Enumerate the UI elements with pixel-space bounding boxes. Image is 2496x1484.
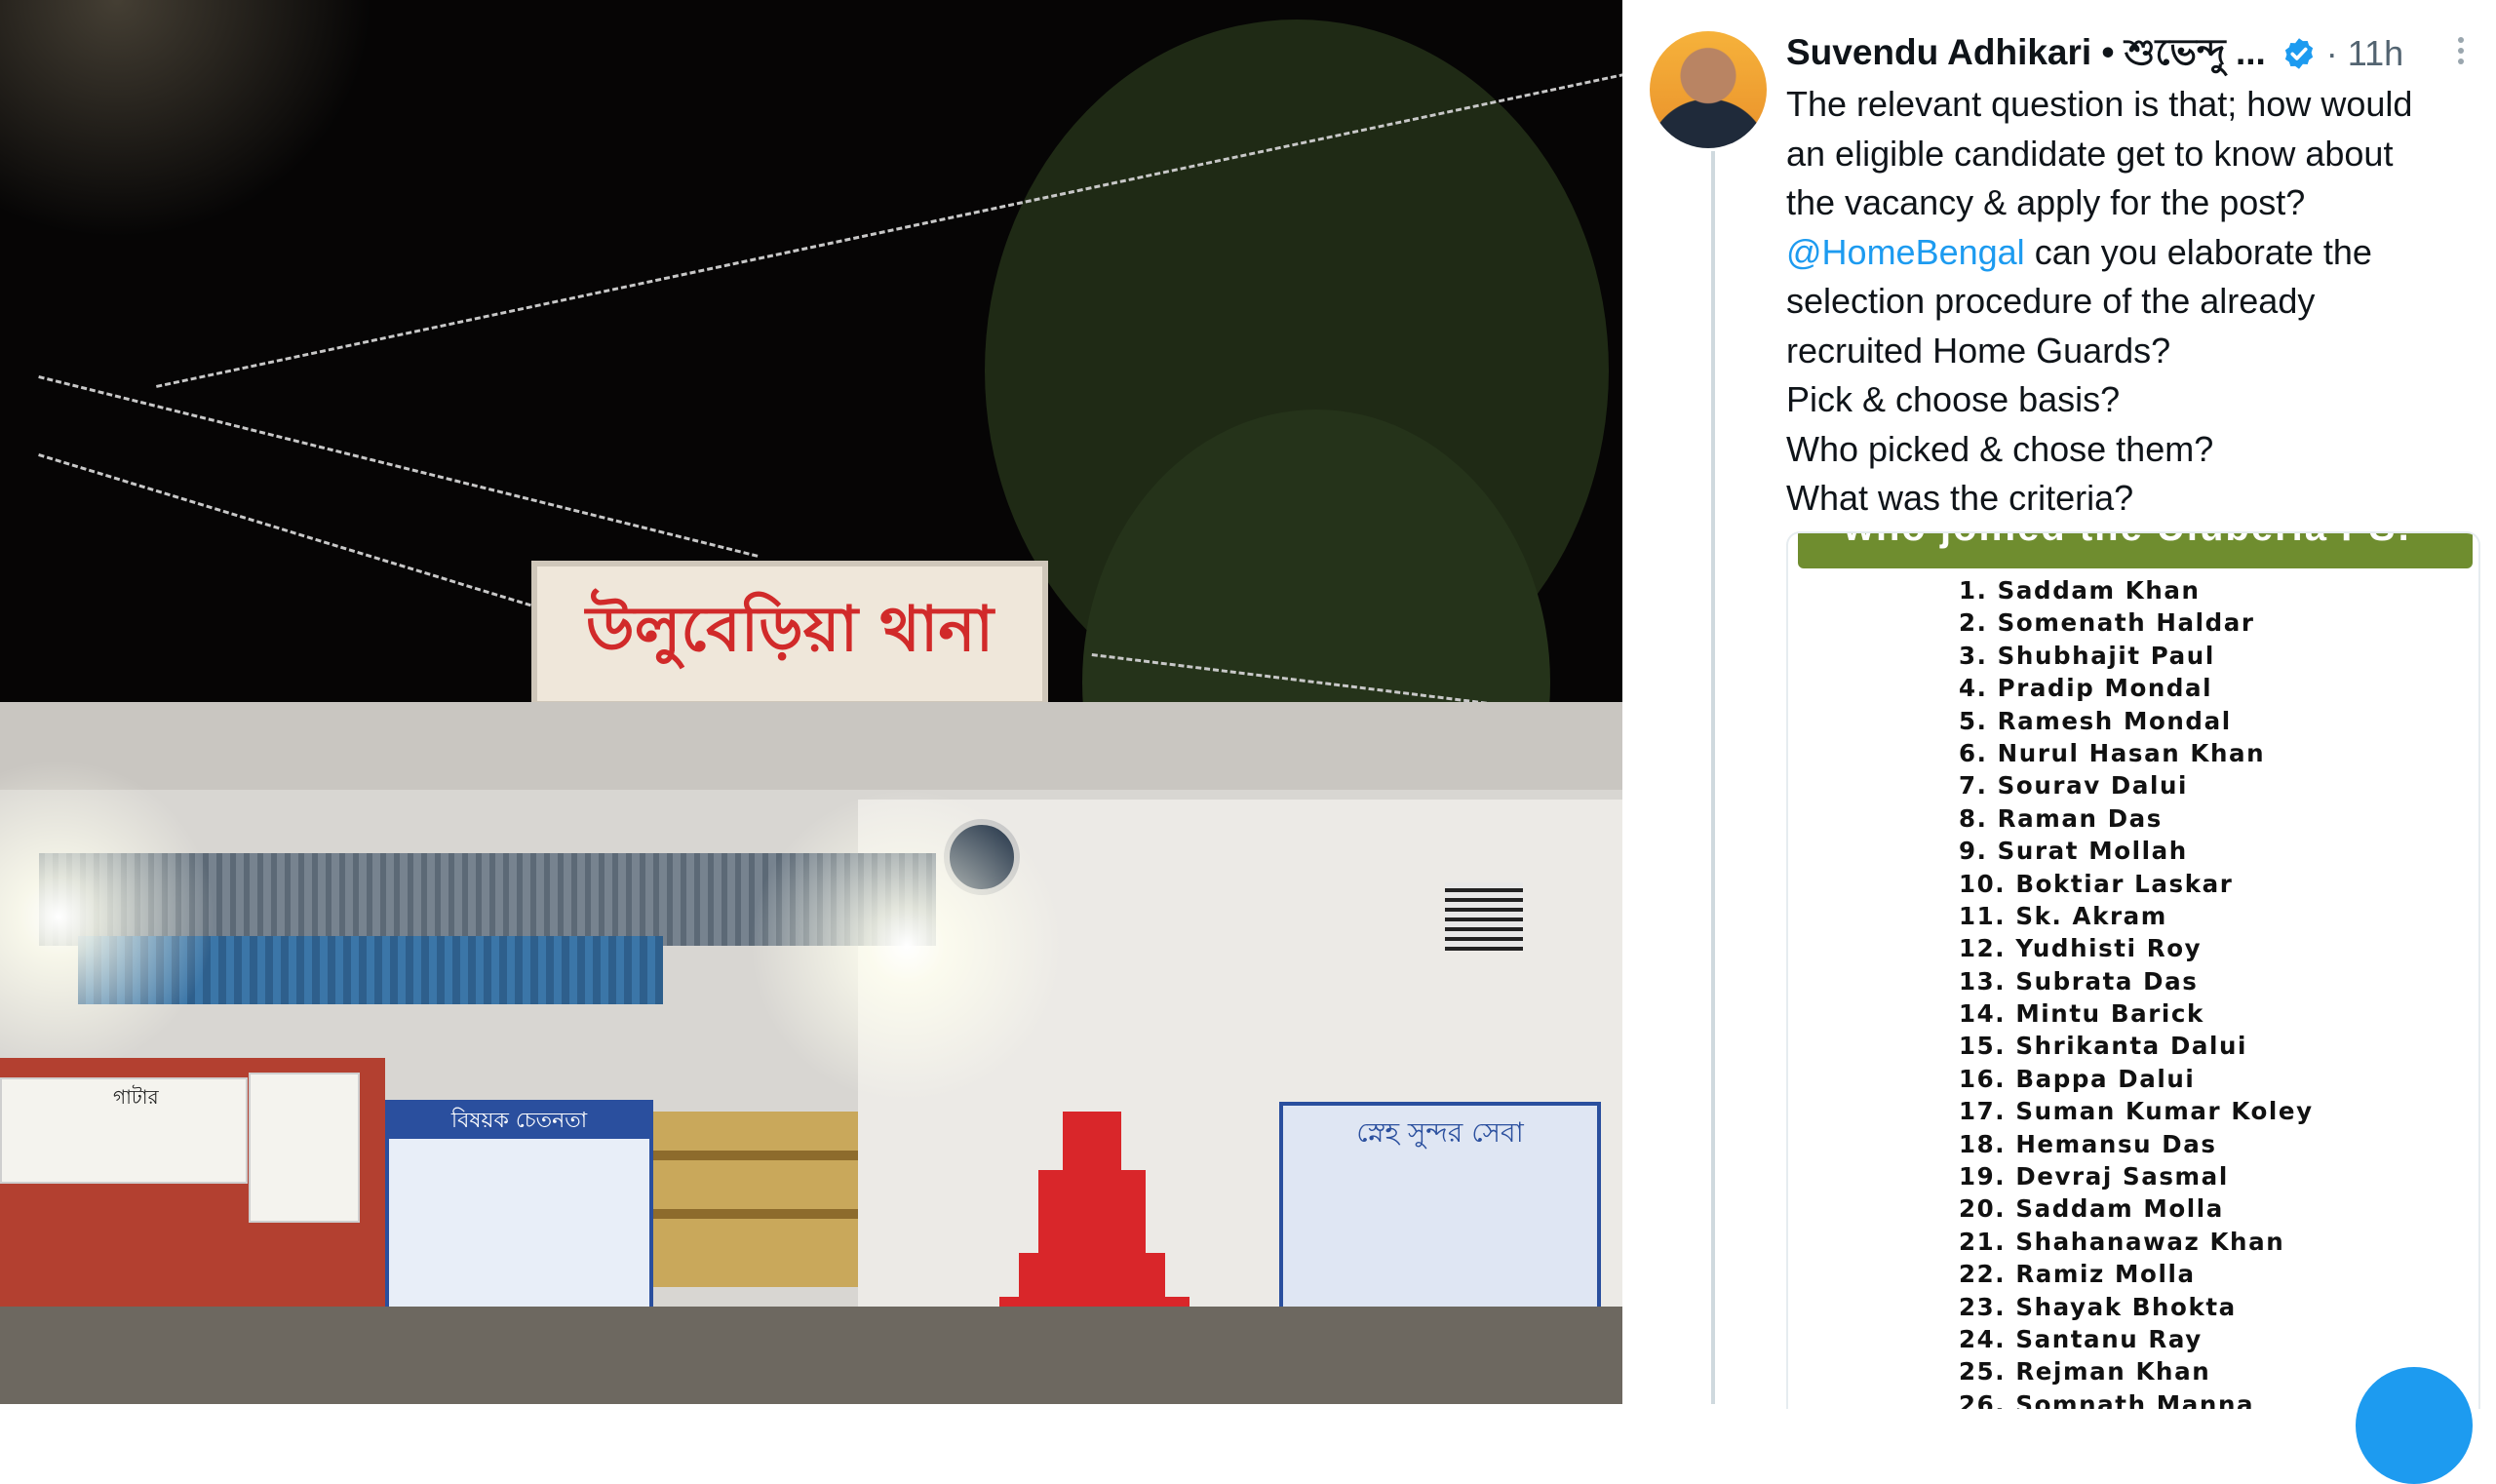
lamp-glow — [741, 780, 1072, 1112]
red-pillar — [1019, 1253, 1165, 1302]
ground — [0, 1307, 1622, 1404]
list-item: 12. Yudhisti Roy — [1959, 934, 2203, 963]
wall-poster: গাটার — [0, 1077, 248, 1184]
list-item: 2. Somenath Haldar — [1959, 608, 2255, 638]
list-item: 3. Shubhajit Paul — [1959, 641, 2215, 670]
entrance-door — [653, 1112, 858, 1287]
list-item: 24. Santanu Ray — [1959, 1324, 2203, 1353]
list-item: 21. Shahanawaz Khan — [1959, 1227, 2285, 1256]
tweet-text-line: The relevant question is that; how would — [1786, 84, 2413, 124]
verified-badge-icon — [2284, 38, 2313, 69]
tweet-text-line: Who picked & chose them? — [1786, 428, 2214, 469]
tweet-text-line: @HomeBengal can you elaborate the — [1786, 231, 2372, 272]
author-name[interactable]: Suvendu Adhikari • শুভেন্দু ... — [1786, 23, 2266, 85]
tweet-text-line: selection procedure of the already — [1786, 281, 2316, 321]
tweet-timestamp[interactable]: · 11h — [2326, 33, 2403, 74]
list-item: 15. Shrikanta Dalui — [1959, 1032, 2248, 1061]
list-item: 4. Pradip Mondal — [1959, 674, 2213, 703]
tweet-text-line: recruited Home Guards? — [1786, 330, 2171, 371]
list-item: 14. Mintu Barick — [1959, 999, 2204, 1029]
list-item: 10. Boktiar Laskar — [1959, 869, 2234, 898]
window-grill — [1445, 882, 1523, 951]
tweet-text-line: What was the criteria? — [1786, 478, 2134, 518]
tweet-header: Suvendu Adhikari • শুভেন্দু ... · 11h — [1786, 29, 2403, 78]
awareness-banner: বিষয়ক চেতনতা — [385, 1100, 653, 1329]
red-pillar — [1063, 1112, 1121, 1170]
tweet-text-line: Pick & choose basis? — [1786, 379, 2121, 419]
police-station-photo[interactable]: উলুবেড়িয়া থানা গাটার বিষয়ক চেতনতা স্ন… — [0, 0, 1622, 1404]
station-signboard: উলুবেড়িয়া থানা — [531, 561, 1048, 707]
name-list: 1. Saddam Khan 2. Somenath Haldar 3. Shubh… — [1959, 574, 2314, 1409]
list-header: who joined the Uluberia PS:- — [1798, 533, 2473, 568]
signboard-text: উলুবেড়িয়া থানা — [585, 593, 994, 666]
tweet-text-line: the vacancy & apply for the post? — [1786, 182, 2306, 222]
list-item: 17. Suman Kumar Koley — [1959, 1097, 2314, 1126]
list-item: 5. Ramesh Mondal — [1959, 706, 2232, 735]
list-item: 16. Bappa Dalui — [1959, 1064, 2196, 1093]
avatar[interactable] — [1650, 31, 1767, 148]
list-item: 25. Rejman Khan — [1959, 1357, 2211, 1386]
list-item: 6. Nurul Hasan Khan — [1959, 738, 2266, 767]
list-item: 22. Ramiz Molla — [1959, 1260, 2196, 1289]
thread-line — [1711, 151, 1715, 1404]
list-item: 11. Sk. Akram — [1959, 901, 2167, 930]
list-item: 13. Subrata Das — [1959, 966, 2199, 996]
list-item: 7. Sourav Dalui — [1959, 771, 2189, 801]
list-item: 23. Shayak Bhokta — [1959, 1292, 2237, 1321]
image-divider — [1622, 0, 1644, 1404]
attached-image[interactable]: who joined the Uluberia PS:- 1. Saddam K… — [1786, 531, 2480, 1409]
list-item: 18. Hemansu Das — [1959, 1129, 2217, 1158]
tweet-text-line: an eligible candidate get to know about — [1786, 133, 2394, 174]
tweet-text: The relevant question is that; how would… — [1786, 80, 2469, 524]
scheme-banner: স্নেহ সুন্দর সেবা — [1279, 1102, 1601, 1321]
list-item: 1. Saddam Khan — [1959, 576, 2201, 605]
list-item: 20. Saddam Molla — [1959, 1194, 2224, 1224]
list-item: 8. Raman Das — [1959, 803, 2163, 833]
compose-button[interactable] — [2356, 1367, 2473, 1484]
red-pillar — [1038, 1170, 1146, 1253]
list-header-text: who joined the Uluberia PS:- — [1798, 533, 2473, 550]
mention-link[interactable]: @HomeBengal — [1786, 232, 2025, 272]
list-item: 9. Surat Mollah — [1959, 837, 2188, 866]
list-item: 19. Devraj Sasmal — [1959, 1162, 2229, 1191]
wall-poster — [249, 1073, 360, 1223]
list-item: 26. Somnath Manna — [1959, 1389, 2255, 1409]
more-options-icon[interactable] — [2455, 37, 2467, 70]
